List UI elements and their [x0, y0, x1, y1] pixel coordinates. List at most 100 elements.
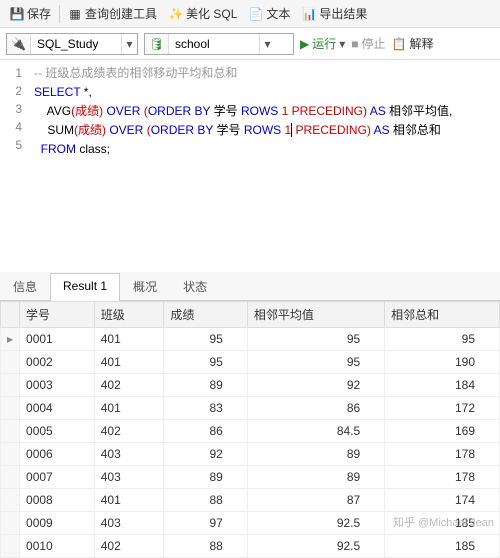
table-row[interactable]: 00044018386172 [1, 397, 500, 420]
kw: AS [374, 123, 390, 137]
tab-result[interactable]: Result 1 [50, 273, 120, 301]
line-num: 4 [0, 118, 22, 136]
table-row[interactable]: 00084018887174 [1, 489, 500, 512]
dropdown-icon[interactable]: ▾ [339, 37, 345, 51]
cell[interactable]: 0002 [20, 351, 95, 374]
row-marker [1, 489, 20, 512]
table-row[interactable]: 00064039289178 [1, 443, 500, 466]
cell[interactable]: 83 [164, 397, 247, 420]
cell[interactable]: 403 [94, 443, 164, 466]
cell[interactable]: 402 [94, 535, 164, 558]
cell[interactable]: 403 [94, 512, 164, 535]
row-marker [1, 512, 20, 535]
connection-combo[interactable]: 🔌 SQL_Study ▾ [6, 33, 138, 55]
cell[interactable]: 86 [247, 397, 384, 420]
cell[interactable]: 185 [385, 535, 500, 558]
play-icon: ▶ [300, 37, 309, 51]
cell[interactable]: 88 [164, 489, 247, 512]
cell[interactable]: 178 [385, 443, 500, 466]
text-label: 文本 [266, 5, 290, 22]
cell[interactable]: 97 [164, 512, 247, 535]
code-area[interactable]: -- 班级总成绩表的相邻移动平均和总和 SELECT *, AVG(成绩) OV… [28, 60, 500, 160]
col-header[interactable]: 相邻平均值 [247, 302, 384, 328]
cell[interactable]: 401 [94, 397, 164, 420]
row-marker [1, 374, 20, 397]
cell[interactable]: 92.5 [247, 512, 384, 535]
cell[interactable]: 89 [164, 374, 247, 397]
tab-info[interactable]: 信息 [0, 272, 50, 300]
cell[interactable]: 184 [385, 374, 500, 397]
cell[interactable]: 95 [385, 328, 500, 351]
sql-editor[interactable]: 1 2 3 4 5 -- 班级总成绩表的相邻移动平均和总和 SELECT *, … [0, 60, 500, 160]
line-num: 1 [0, 64, 22, 82]
cell[interactable]: 89 [247, 466, 384, 489]
line-num: 5 [0, 136, 22, 154]
cell[interactable]: 87 [247, 489, 384, 512]
export-label: 导出结果 [319, 5, 367, 22]
cell[interactable]: 0010 [20, 535, 95, 558]
line-gutter: 1 2 3 4 5 [0, 60, 28, 160]
cell[interactable]: 0007 [20, 466, 95, 489]
col-header[interactable]: 班级 [94, 302, 164, 328]
cell[interactable]: 0004 [20, 397, 95, 420]
table-row[interactable]: 00104028892.5185 [1, 535, 500, 558]
cell[interactable]: 0009 [20, 512, 95, 535]
tok: class; [76, 142, 110, 156]
cell[interactable]: 402 [94, 374, 164, 397]
cell[interactable]: 89 [247, 443, 384, 466]
kw: OVER [106, 104, 140, 118]
cell[interactable]: 88 [164, 535, 247, 558]
cell[interactable]: 172 [385, 397, 500, 420]
cell[interactable]: 92.5 [247, 535, 384, 558]
cell[interactable]: 174 [385, 489, 500, 512]
cell[interactable]: 95 [164, 328, 247, 351]
row-marker [1, 535, 20, 558]
cell[interactable]: 169 [385, 420, 500, 443]
cell[interactable]: 89 [164, 466, 247, 489]
cell[interactable]: 401 [94, 328, 164, 351]
cell[interactable]: 84.5 [247, 420, 384, 443]
beautify-button[interactable]: ✨美化 SQL [165, 3, 241, 24]
run-button[interactable]: ▶运行▾ [300, 35, 345, 52]
database-combo[interactable]: 🛢 school ▾ [144, 33, 294, 55]
export-button[interactable]: 📊导出结果 [298, 3, 371, 24]
cell[interactable]: 401 [94, 489, 164, 512]
chevron-down-icon[interactable]: ▾ [121, 34, 137, 54]
table-row[interactable]: 00024019595190 [1, 351, 500, 374]
chevron-down-icon[interactable]: ▾ [259, 34, 275, 54]
query-builder-button[interactable]: ▦查询创建工具 [64, 3, 161, 24]
database-icon: 🛢 [145, 34, 169, 54]
tab-profile[interactable]: 概况 [120, 272, 170, 300]
table-row[interactable]: ▸0001401959595 [1, 328, 500, 351]
col-header[interactable]: 成绩 [164, 302, 247, 328]
cell[interactable]: 0001 [20, 328, 95, 351]
cell[interactable]: 92 [247, 374, 384, 397]
col-header[interactable]: 学号 [20, 302, 95, 328]
tab-status[interactable]: 状态 [170, 272, 220, 300]
cell[interactable]: 0003 [20, 374, 95, 397]
cell[interactable]: 190 [385, 351, 500, 374]
table-row[interactable]: 00034028992184 [1, 374, 500, 397]
cell[interactable]: 92 [164, 443, 247, 466]
cell[interactable]: 95 [247, 328, 384, 351]
database-value: school [169, 37, 259, 51]
cell[interactable]: 178 [385, 466, 500, 489]
table-row[interactable]: 00074038989178 [1, 466, 500, 489]
cell[interactable]: 0005 [20, 420, 95, 443]
line-num: 3 [0, 100, 22, 118]
col-header[interactable]: 相邻总和 [385, 302, 500, 328]
cell[interactable]: 402 [94, 420, 164, 443]
cell[interactable]: 0008 [20, 489, 95, 512]
kw: OVER [109, 123, 143, 137]
table-row[interactable]: 00054028684.5169 [1, 420, 500, 443]
cell[interactable]: 86 [164, 420, 247, 443]
save-button[interactable]: 💾保存 [6, 3, 55, 24]
explain-button[interactable]: 📋解释 [392, 35, 434, 52]
tok: ( [140, 104, 147, 118]
text-button[interactable]: 📄文本 [245, 3, 294, 24]
cell[interactable]: 0006 [20, 443, 95, 466]
cell[interactable]: 95 [247, 351, 384, 374]
cell[interactable]: 403 [94, 466, 164, 489]
cell[interactable]: 95 [164, 351, 247, 374]
cell[interactable]: 401 [94, 351, 164, 374]
